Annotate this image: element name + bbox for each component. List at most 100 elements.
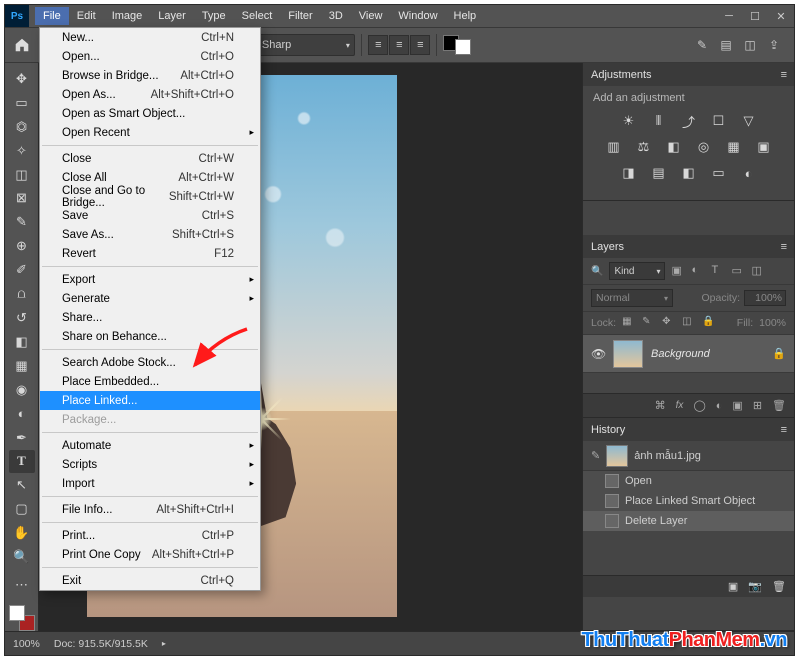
new-layer-icon[interactable]: ⊞ — [753, 399, 762, 412]
menu-item-open-as[interactable]: Open As...Alt+Shift+Ctrl+O — [40, 85, 260, 104]
menu-item-print-one-copy[interactable]: Print One CopyAlt+Shift+Ctrl+P — [40, 545, 260, 564]
crop-tool[interactable]: ◫ — [9, 163, 35, 187]
delete-icon[interactable]: 🗑 — [772, 399, 786, 412]
warp-text-icon[interactable]: ✎ — [692, 35, 712, 55]
foreground-color-swatch[interactable] — [9, 605, 25, 621]
color-lookup-icon[interactable]: ▣ — [754, 138, 774, 156]
visibility-icon[interactable]: 👁 — [591, 347, 605, 361]
zoom-level[interactable]: 100% — [13, 638, 40, 650]
menu-item-revert[interactable]: RevertF12 — [40, 244, 260, 263]
adjustment-layer-icon[interactable]: ◐ — [716, 400, 723, 412]
menu-item-place-embedded[interactable]: Place Embedded... — [40, 372, 260, 391]
close-button[interactable]: ✕ — [768, 5, 794, 27]
fill-input[interactable]: 100% — [759, 317, 786, 329]
brush-tool[interactable]: ✐ — [9, 258, 35, 282]
lock-image-icon[interactable]: ✎ — [642, 316, 656, 330]
zoom-tool[interactable]: 🔍 — [9, 545, 35, 569]
pen-tool[interactable]: ✒ — [9, 426, 35, 450]
menu-item-file-info[interactable]: File Info...Alt+Shift+Ctrl+I — [40, 500, 260, 519]
filter-shape-icon[interactable]: ▭ — [731, 264, 745, 278]
menu-file[interactable]: File — [35, 7, 69, 25]
menu-view[interactable]: View — [351, 7, 391, 25]
lock-artboard-icon[interactable]: ◫ — [682, 316, 696, 330]
menu-item-save[interactable]: SaveCtrl+S — [40, 206, 260, 225]
menu-item-save-as[interactable]: Save As...Shift+Ctrl+S — [40, 225, 260, 244]
channel-mixer-icon[interactable]: ▦ — [724, 138, 744, 156]
menu-layer[interactable]: Layer — [150, 7, 194, 25]
minimize-button[interactable]: ─ — [716, 5, 742, 27]
history-step[interactable]: Delete Layer — [583, 511, 794, 531]
menu-item-exit[interactable]: ExitCtrl+Q — [40, 571, 260, 590]
menu-window[interactable]: Window — [390, 7, 445, 25]
rectangle-tool[interactable]: ▢ — [9, 497, 35, 521]
path-selection-tool[interactable]: ↖ — [9, 473, 35, 497]
vibrance-icon[interactable]: ▽ — [739, 112, 759, 130]
align-right-button[interactable]: ≡ — [410, 35, 430, 55]
menu-edit[interactable]: Edit — [69, 7, 104, 25]
type-tool[interactable]: T — [9, 450, 35, 474]
history-brush-tool[interactable]: ↺ — [9, 306, 35, 330]
lock-transparent-icon[interactable]: ▦ — [622, 316, 636, 330]
opacity-input[interactable]: 100% — [744, 290, 786, 306]
menu-item-search-adobe-stock[interactable]: Search Adobe Stock... — [40, 353, 260, 372]
gradient-tool[interactable]: ▦ — [9, 354, 35, 378]
menu-select[interactable]: Select — [234, 7, 281, 25]
marquee-tool[interactable]: ▭ — [9, 91, 35, 115]
text-color-swatch[interactable] — [443, 35, 471, 55]
foreground-background-colors[interactable] — [9, 605, 35, 631]
history-step[interactable]: Open — [583, 471, 794, 491]
maximize-button[interactable]: ☐ — [742, 5, 768, 27]
lock-position-icon[interactable]: ✥ — [662, 316, 676, 330]
filter-type-icon[interactable]: T — [711, 264, 725, 278]
new-document-from-state-icon[interactable]: ▣ — [728, 580, 738, 593]
clone-stamp-tool[interactable]: ⩍ — [9, 282, 35, 306]
hand-tool[interactable]: ✋ — [9, 521, 35, 545]
history-snapshot[interactable]: ✎ ảnh mẫu1.jpg — [583, 441, 794, 471]
menu-item-close[interactable]: CloseCtrl+W — [40, 149, 260, 168]
align-left-button[interactable]: ≡ — [368, 35, 388, 55]
menu-item-place-linked[interactable]: Place Linked... — [40, 391, 260, 410]
menu-item-scripts[interactable]: Scripts — [40, 455, 260, 474]
group-icon[interactable]: ▣ — [732, 399, 742, 412]
invert-icon[interactable]: ◨ — [619, 164, 639, 182]
panel-menu-icon[interactable]: ≡ — [781, 69, 786, 81]
history-step[interactable]: Place Linked Smart Object — [583, 491, 794, 511]
blur-tool[interactable]: ◉ — [9, 378, 35, 402]
magic-wand-tool[interactable]: ✧ — [9, 139, 35, 163]
photo-filter-icon[interactable]: ◎ — [694, 138, 714, 156]
home-icon[interactable] — [11, 34, 33, 56]
kind-dropdown[interactable]: Kind▾ — [609, 262, 665, 280]
menu-type[interactable]: Type — [194, 7, 234, 25]
lock-all-icon[interactable]: 🔒 — [702, 316, 716, 330]
curves-icon[interactable]: ⤴ — [679, 112, 699, 130]
frame-tool[interactable]: ⊠ — [9, 187, 35, 211]
threshold-icon[interactable]: ◧ — [679, 164, 699, 182]
menu-item-automate[interactable]: Automate — [40, 436, 260, 455]
3d-icon[interactable]: ◫ — [740, 35, 760, 55]
menu-item-share[interactable]: Share... — [40, 308, 260, 327]
new-snapshot-icon[interactable]: 📷 — [748, 580, 762, 593]
move-tool[interactable]: ✥ — [9, 67, 35, 91]
share-icon[interactable]: ⇪ — [764, 35, 784, 55]
panel-menu-icon[interactable]: ≡ — [781, 424, 786, 436]
blend-mode-dropdown[interactable]: Normal▾ — [591, 289, 673, 307]
selective-color-icon[interactable]: ◐ — [739, 164, 759, 182]
align-center-button[interactable]: ≡ — [389, 35, 409, 55]
lasso-tool[interactable]: ⏣ — [9, 115, 35, 139]
menu-item-export[interactable]: Export — [40, 270, 260, 289]
delete-state-icon[interactable]: 🗑 — [772, 580, 786, 593]
search-icon[interactable]: 🔍 — [591, 266, 603, 277]
eraser-tool[interactable]: ◧ — [9, 330, 35, 354]
menu-item-close-and-go-to-bridge[interactable]: Close and Go to Bridge...Shift+Ctrl+W — [40, 187, 260, 206]
fx-icon[interactable]: fx — [676, 400, 684, 411]
mask-icon[interactable]: ◯ — [693, 399, 705, 412]
menu-item-import[interactable]: Import — [40, 474, 260, 493]
character-panel-icon[interactable]: ▤ — [716, 35, 736, 55]
layer-row[interactable]: 👁 Background 🔒 — [583, 335, 794, 373]
menu-item-browse-in-bridge[interactable]: Browse in Bridge...Alt+Ctrl+O — [40, 66, 260, 85]
edit-toolbar-icon[interactable]: ⋯ — [9, 573, 35, 597]
menu-item-open-recent[interactable]: Open Recent — [40, 123, 260, 142]
layer-thumbnail[interactable] — [613, 340, 643, 368]
menu-item-open-as-smart-object[interactable]: Open as Smart Object... — [40, 104, 260, 123]
hue-sat-icon[interactable]: ▥ — [604, 138, 624, 156]
